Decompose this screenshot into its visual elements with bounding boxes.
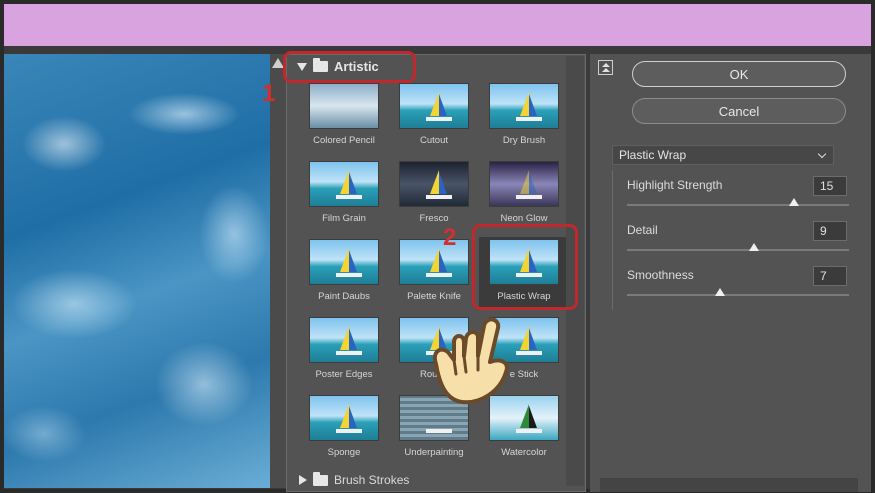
highlight-filter-box bbox=[472, 224, 578, 310]
filter-preview-image bbox=[399, 161, 469, 207]
category-label: Brush Strokes bbox=[334, 473, 410, 487]
category-brush-strokes[interactable]: Brush Strokes bbox=[299, 471, 410, 487]
filter-preview-image bbox=[309, 239, 379, 285]
effect-layer-row[interactable] bbox=[600, 478, 858, 492]
filter-thumbnail-item[interactable]: Dry Brush bbox=[479, 81, 569, 153]
filter-thumbnail-item[interactable]: Film Grain bbox=[299, 159, 389, 231]
filter-label: Fresco bbox=[419, 213, 449, 224]
param-label: Highlight Strength bbox=[627, 178, 723, 192]
filter-thumbnail-item[interactable]: Colored Pencil bbox=[299, 81, 389, 153]
collapse-panel-icon[interactable] bbox=[598, 60, 613, 75]
filter-label: Dry Brush bbox=[502, 135, 546, 146]
filter-preview-image bbox=[309, 83, 379, 129]
filter-label: Palette Knife bbox=[407, 291, 461, 302]
filter-parameters: Highlight Strength 15 Detail 9 Smoothness 7 bbox=[612, 170, 849, 310]
filter-preview-image bbox=[309, 395, 379, 441]
cancel-button[interactable]: Cancel bbox=[632, 98, 846, 124]
slider-knob-icon[interactable] bbox=[788, 198, 799, 206]
preview-scrollbar[interactable] bbox=[270, 54, 286, 488]
filter-dropdown[interactable]: Plastic Wrap bbox=[612, 145, 834, 165]
filter-label: Colored Pencil bbox=[313, 135, 375, 146]
filter-preview-image bbox=[309, 161, 379, 207]
filter-label: Neon Glow bbox=[500, 213, 548, 224]
filter-label: Sponge bbox=[327, 447, 361, 458]
param-value-field[interactable]: 15 bbox=[813, 176, 847, 196]
filter-label: Paint Daubs bbox=[318, 291, 370, 302]
slider-knob-icon[interactable] bbox=[748, 243, 759, 251]
title-bar bbox=[4, 4, 871, 46]
filter-preview-image bbox=[399, 239, 469, 285]
filter-preview-image bbox=[399, 83, 469, 129]
param-label: Smoothness bbox=[627, 268, 694, 282]
param-slider-track[interactable] bbox=[627, 249, 849, 251]
filter-dropdown-value: Plastic Wrap bbox=[619, 148, 687, 162]
filter-thumbnail-item[interactable]: Poster Edges bbox=[299, 315, 389, 387]
param-slider-track[interactable] bbox=[627, 294, 849, 296]
filter-thumbnail-item[interactable]: Cutout bbox=[389, 81, 479, 153]
pointing-hand-icon bbox=[433, 317, 509, 405]
param-label: Detail bbox=[627, 223, 658, 237]
param-value-field[interactable]: 9 bbox=[813, 221, 847, 241]
filter-thumbnail-item[interactable]: Neon Glow bbox=[479, 159, 569, 231]
highlight-category-box bbox=[283, 51, 416, 83]
collapsed-triangle-icon bbox=[299, 475, 307, 485]
param-value-field[interactable]: 7 bbox=[813, 266, 847, 286]
filter-preview-image bbox=[309, 317, 379, 363]
slider-knob-icon[interactable] bbox=[715, 288, 726, 296]
folder-icon bbox=[313, 471, 328, 486]
image-preview[interactable] bbox=[4, 54, 270, 488]
filter-thumbnail-item[interactable]: Fresco bbox=[389, 159, 479, 231]
param-slider-track[interactable] bbox=[627, 204, 849, 206]
filter-thumbnail-item[interactable]: Paint Daubs bbox=[299, 237, 389, 309]
filter-preview-image bbox=[489, 83, 559, 129]
filter-label: Underpainting bbox=[404, 447, 464, 458]
annotation-number-1: 1 bbox=[262, 80, 276, 107]
filter-label: Film Grain bbox=[322, 213, 366, 224]
filter-thumbnail-item[interactable]: Sponge bbox=[299, 393, 389, 465]
chevron-down-icon bbox=[817, 149, 827, 159]
filter-label: Watercolor bbox=[501, 447, 547, 458]
filter-thumbnail-item[interactable]: Palette Knife bbox=[389, 237, 479, 309]
filter-preview-image bbox=[489, 161, 559, 207]
annotation-number-2: 2 bbox=[443, 224, 457, 251]
ok-button[interactable]: OK bbox=[632, 61, 846, 87]
filter-label: Poster Edges bbox=[315, 369, 373, 380]
filter-label: Cutout bbox=[420, 135, 448, 146]
